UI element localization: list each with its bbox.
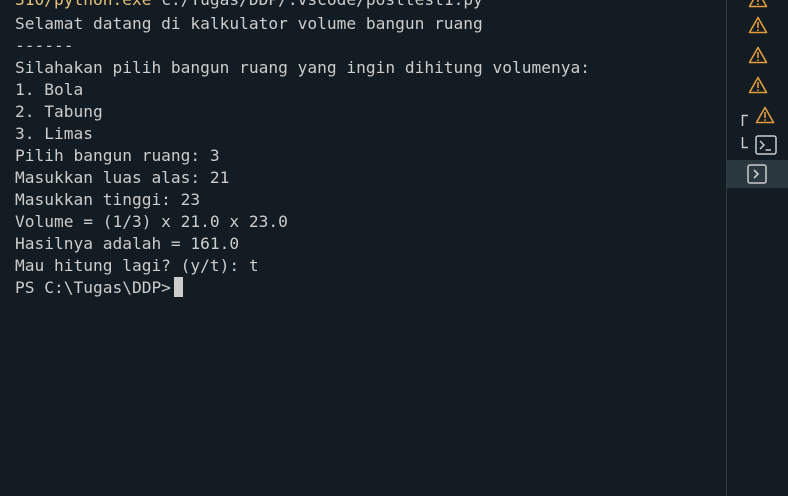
terminal-prompt-line[interactable]: PS C:\Tugas\DDP> — [15, 277, 183, 299]
script-path-text: c:/Tugas/DDP/.vscode/posttest1.py — [151, 0, 483, 9]
warning-icon[interactable] — [755, 106, 775, 124]
warning-icon[interactable] — [748, 46, 768, 64]
terminal-line: Mau hitung lagi? (y/t): t — [15, 256, 259, 275]
terminal-line: ------ — [15, 36, 74, 55]
warning-icon[interactable] — [748, 16, 768, 34]
python-path-text: 310/python.exe — [15, 0, 151, 9]
terminal-tabs-sidebar — [727, 0, 788, 496]
terminal-line: 3. Limas — [15, 124, 93, 143]
terminal-line: Masukkan luas alas: 21 — [15, 168, 230, 187]
text-cursor — [173, 277, 183, 297]
tree-connector-icon — [741, 137, 748, 149]
terminal-line: Volume = (1/3) x 21.0 x 23.0 — [15, 212, 288, 231]
terminal-prompt: PS C:\Tugas\DDP> — [15, 278, 171, 297]
tree-connector-icon — [741, 114, 748, 126]
terminal-panel[interactable]: 310/python.exe c:/Tugas/DDP/.vscode/post… — [0, 0, 726, 496]
warning-icon[interactable] — [748, 76, 768, 94]
terminal-icon[interactable] — [747, 164, 767, 184]
terminal-line: Pilih bangun ruang: 3 — [15, 146, 220, 165]
terminal-line: Masukkan tinggi: 23 — [15, 190, 201, 209]
terminal-line: Silahakan pilih bangun ruang yang ingin … — [15, 58, 590, 77]
warning-icon[interactable] — [748, 0, 768, 8]
terminal-line-command: 310/python.exe c:/Tugas/DDP/.vscode/post… — [15, 0, 483, 11]
terminal-line: 2. Tabung — [15, 102, 103, 121]
terminal-line: Selamat datang di kalkulator volume bang… — [15, 14, 483, 33]
terminal-line: Hasilnya adalah = 161.0 — [15, 234, 240, 253]
terminal-line: 1. Bola — [15, 80, 84, 99]
terminal-icon[interactable] — [755, 135, 777, 155]
